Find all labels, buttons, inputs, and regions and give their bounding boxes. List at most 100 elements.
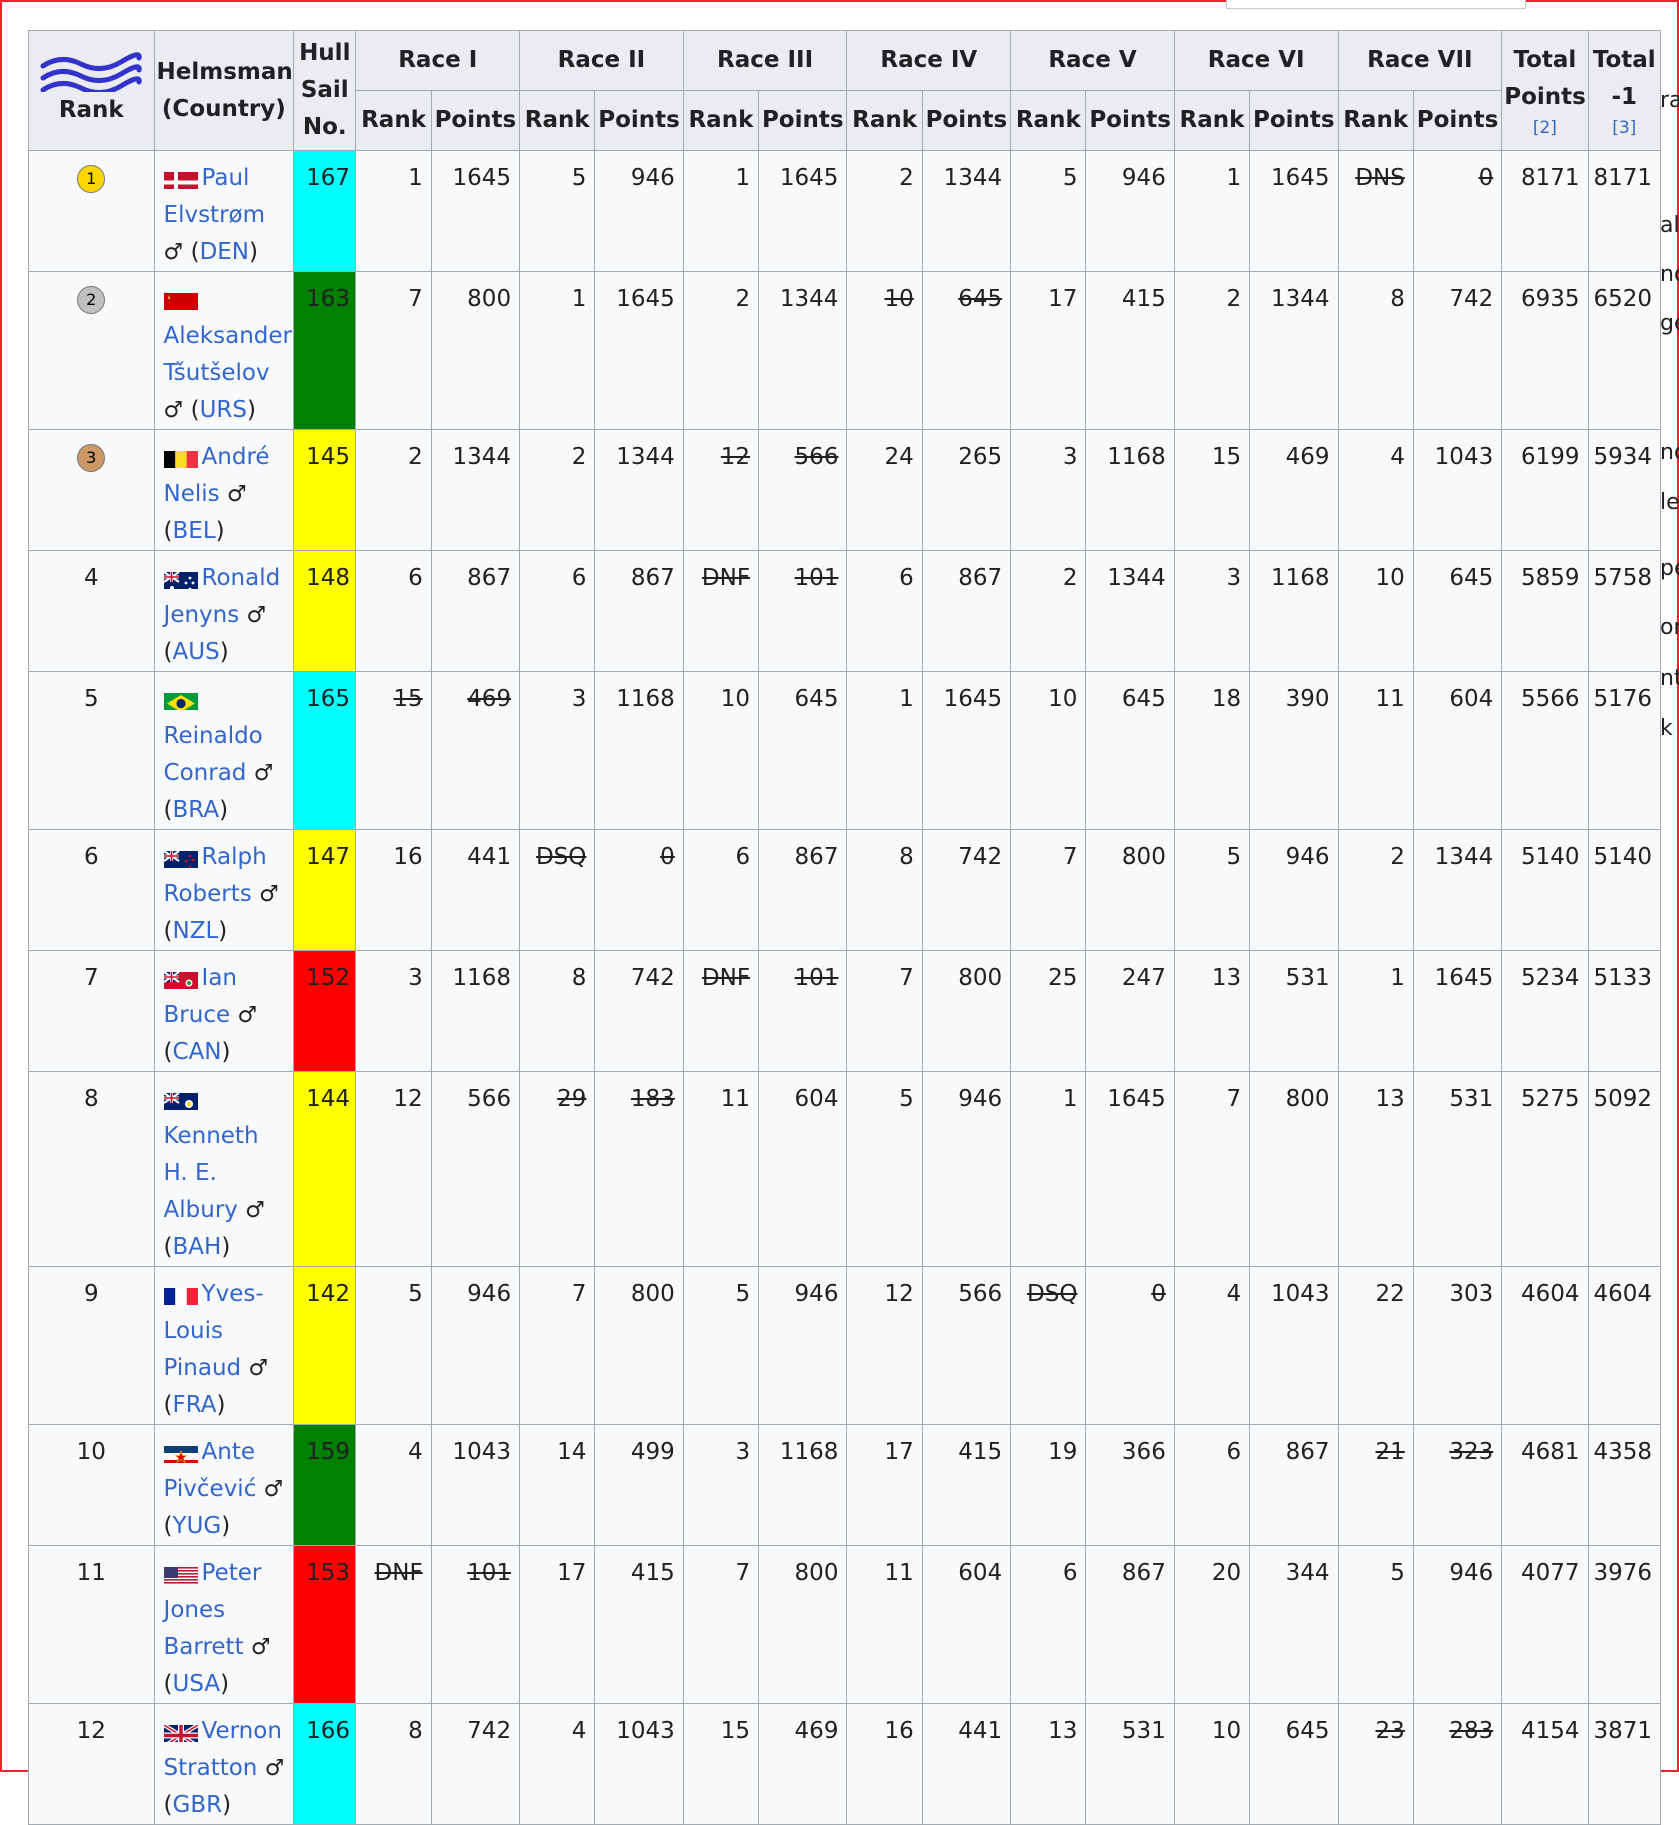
race-2-points-subheader[interactable]: Points bbox=[594, 90, 684, 151]
helmsman-link[interactable]: Tšutšelov bbox=[164, 360, 270, 386]
helmsman-cell: André Nelis ♂ (BEL) bbox=[153, 429, 295, 551]
race-7-rank: 8 bbox=[1337, 271, 1414, 430]
rank-cell: 11 bbox=[28, 1545, 155, 1704]
rank-value: 6 bbox=[83, 844, 99, 870]
rank-cell: 8 bbox=[28, 1071, 155, 1267]
helmsman-link[interactable]: Ralph bbox=[202, 844, 267, 870]
helmsman-link[interactable]: Yves- bbox=[202, 1281, 264, 1307]
flag-bah-icon bbox=[163, 1089, 198, 1110]
helmsman-link[interactable]: Louis bbox=[164, 1318, 223, 1344]
total-points-header[interactable]: Total Points [2] bbox=[1501, 30, 1589, 151]
race-5-rank-subheader[interactable]: Rank bbox=[1010, 90, 1087, 151]
race-7-points-subheader[interactable]: Points bbox=[1412, 90, 1503, 151]
race-6-points: 800 bbox=[1249, 1071, 1339, 1267]
helmsman-link[interactable]: Elvstrøm bbox=[164, 202, 265, 228]
race-4-rank-subheader[interactable]: Rank bbox=[846, 90, 923, 151]
race-1-header[interactable]: Race I bbox=[355, 30, 521, 91]
rank-header[interactable]: Rank bbox=[28, 30, 155, 151]
country-link[interactable]: URS bbox=[200, 397, 247, 423]
race-5-points-subheader[interactable]: Points bbox=[1085, 90, 1175, 151]
country-link[interactable]: DEN bbox=[200, 239, 249, 265]
total-minus-one: 6520 bbox=[1587, 271, 1662, 430]
country-link[interactable]: BAH bbox=[173, 1234, 222, 1260]
male-symbol-icon: ♂ bbox=[263, 1477, 284, 1502]
helmsman-link[interactable]: Barrett bbox=[164, 1634, 244, 1660]
race-5-header[interactable]: Race V bbox=[1010, 30, 1175, 91]
clipped-text-fragment: ra bbox=[1660, 88, 1679, 113]
helmsman-link[interactable]: André bbox=[202, 444, 270, 470]
helmsman-header[interactable]: Helmsman (Country) bbox=[153, 30, 295, 151]
reference-link-3[interactable]: [3] bbox=[1591, 116, 1658, 140]
total-points: 8171 bbox=[1501, 150, 1589, 272]
helmsman-link[interactable]: Ian bbox=[202, 965, 237, 991]
country-link[interactable]: YUG bbox=[173, 1513, 222, 1539]
race-3-header[interactable]: Race III bbox=[682, 30, 848, 91]
total-minus-one: 5758 bbox=[1587, 550, 1662, 672]
country-link[interactable]: USA bbox=[173, 1671, 221, 1697]
flag-nzl-icon bbox=[163, 847, 198, 868]
country-link[interactable]: FRA bbox=[173, 1392, 217, 1418]
helmsman-link[interactable]: Conrad bbox=[164, 760, 247, 786]
helmsman-link[interactable]: Peter bbox=[202, 1560, 262, 1586]
helmsman-cell: Ronald Jenyns ♂ (AUS) bbox=[153, 550, 295, 672]
helmsman-link[interactable]: Stratton bbox=[164, 1755, 258, 1781]
helmsman-link[interactable]: Jenyns bbox=[164, 602, 240, 628]
clipped-text-fragment: nt bbox=[1660, 666, 1679, 691]
male-symbol-icon: ♂ bbox=[245, 1198, 265, 1223]
race-2-header[interactable]: Race II bbox=[519, 30, 684, 91]
total-minus-one: 4604 bbox=[1587, 1266, 1662, 1425]
hull-header[interactable]: Hull Sail No. bbox=[293, 30, 357, 151]
race-6-points: 867 bbox=[1249, 1424, 1339, 1546]
race-2-rank-subheader[interactable]: Rank bbox=[519, 90, 596, 151]
table-row: 2 Aleksander Tšutšelov ♂ (URS) 163 7 800 1 164… bbox=[28, 271, 1662, 430]
rank-cell: 12 bbox=[28, 1703, 155, 1825]
helmsman-link[interactable]: Nelis bbox=[164, 481, 220, 507]
race-3-points-subheader[interactable]: Points bbox=[758, 90, 848, 151]
helmsman-link[interactable]: Jones bbox=[164, 1597, 226, 1623]
country-link[interactable]: BRA bbox=[173, 797, 220, 823]
reference-link-2[interactable]: [2] bbox=[1504, 116, 1585, 140]
race-1-rank-subheader[interactable]: Rank bbox=[355, 90, 432, 151]
race-3-points: 645 bbox=[758, 671, 848, 830]
country-link[interactable]: GBR bbox=[173, 1792, 223, 1818]
race-7-points: 323 bbox=[1412, 1424, 1503, 1546]
race-7-points: 1344 bbox=[1412, 829, 1503, 951]
helmsman-link[interactable]: Bruce bbox=[164, 1002, 231, 1028]
helmsman-link[interactable]: Aleksander bbox=[164, 323, 292, 349]
race-7-header[interactable]: Race VII bbox=[1337, 30, 1503, 91]
search-box-edge[interactable] bbox=[1226, 0, 1526, 9]
race-4-header[interactable]: Race IV bbox=[846, 30, 1012, 91]
country-link[interactable]: CAN bbox=[173, 1039, 222, 1065]
helmsman-link[interactable]: Ronald bbox=[202, 565, 281, 591]
race-1-points-subheader[interactable]: Points bbox=[430, 90, 521, 151]
country-link[interactable]: BEL bbox=[173, 518, 216, 544]
race-4-points: 1645 bbox=[921, 671, 1012, 830]
helmsman-link[interactable]: Pivčević bbox=[164, 1476, 257, 1502]
total-minus-header[interactable]: Total -1 [3] bbox=[1587, 30, 1662, 151]
race-6-points: 469 bbox=[1249, 429, 1339, 551]
helmsman-link[interactable]: Pinaud bbox=[164, 1355, 242, 1381]
race-3-rank-subheader[interactable]: Rank bbox=[682, 90, 760, 151]
race-4-points-subheader[interactable]: Points bbox=[921, 90, 1012, 151]
race-6-points-subheader[interactable]: Points bbox=[1249, 90, 1339, 151]
table-row: 9 Yves- Louis Pinaud ♂ (FRA) 142 5 946 7 800 5 9… bbox=[28, 1266, 1662, 1425]
total-minus-line: -1 bbox=[1611, 83, 1638, 110]
race-6-header[interactable]: Race VI bbox=[1173, 30, 1339, 91]
male-symbol-icon: ♂ bbox=[163, 240, 184, 265]
race-3-rank: 5 bbox=[682, 1266, 760, 1425]
country-link[interactable]: AUS bbox=[173, 639, 220, 665]
helmsman-link[interactable]: Reinaldo bbox=[164, 723, 263, 749]
race-3-points: 101 bbox=[758, 550, 848, 672]
total-points: 5140 bbox=[1501, 829, 1589, 951]
race-6-rank-subheader[interactable]: Rank bbox=[1173, 90, 1251, 151]
helmsman-link[interactable]: Ante bbox=[202, 1439, 255, 1465]
total-points: 5566 bbox=[1501, 671, 1589, 830]
race-2-points: 1043 bbox=[594, 1703, 684, 1825]
helmsman-link[interactable]: Vernon bbox=[202, 1718, 282, 1744]
country-link[interactable]: NZL bbox=[173, 918, 219, 944]
race-1-points: 1168 bbox=[430, 950, 521, 1072]
helmsman-link[interactable]: Roberts bbox=[164, 881, 252, 907]
helmsman-link[interactable]: Paul bbox=[202, 165, 250, 191]
race-7-points: 303 bbox=[1412, 1266, 1503, 1425]
race-7-rank-subheader[interactable]: Rank bbox=[1337, 90, 1414, 151]
